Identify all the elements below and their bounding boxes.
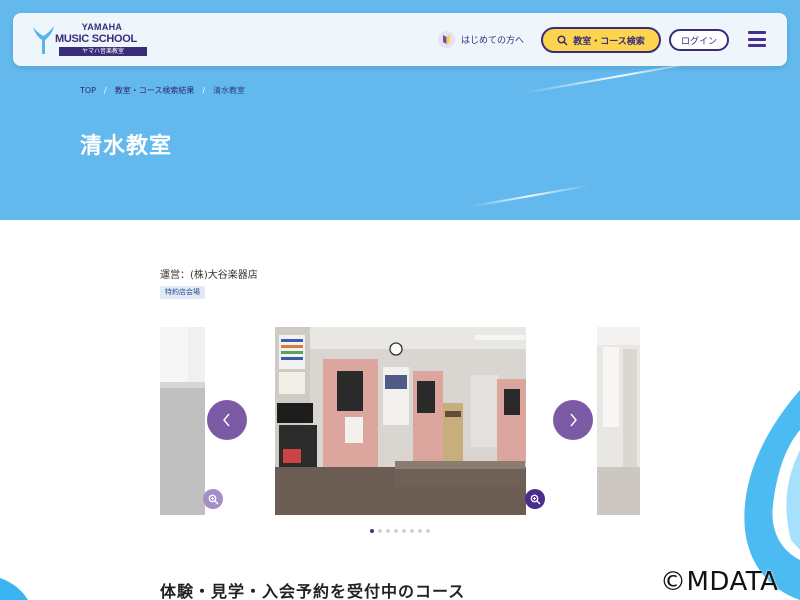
logo-text-music-school: MUSIC SCHOOL <box>55 33 137 45</box>
carousel-dot[interactable] <box>410 529 414 533</box>
carousel-slide-prev[interactable] <box>160 327 205 515</box>
breadcrumb-separator: / <box>202 86 206 95</box>
yamaha-logo-icon <box>33 26 54 54</box>
carousel-prev-button[interactable] <box>207 400 247 440</box>
course-search-button[interactable]: 教室・コース検索 <box>541 27 661 53</box>
carousel-dot[interactable] <box>426 529 430 533</box>
slide-photo <box>597 327 640 515</box>
course-search-label: 教室・コース検索 <box>573 36 645 47</box>
decorative-swoosh <box>0 578 28 600</box>
carousel-dot[interactable] <box>386 529 390 533</box>
watermark: ©MDATA <box>660 567 779 597</box>
site-logo[interactable]: YAMAHA MUSIC SCHOOL ヤマハ音楽教室 <box>31 22 147 58</box>
beginner-mark-icon <box>438 31 455 48</box>
chevron-left-icon <box>223 413 230 427</box>
zoom-in-icon[interactable] <box>203 489 223 509</box>
breadcrumb-separator: / <box>104 86 107 95</box>
carousel-slide-next[interactable] <box>597 327 640 515</box>
slide-photo <box>160 327 205 515</box>
section-title-available-courses: 体験・見学・入会予約を受付中のコース <box>160 582 466 600</box>
chevron-right-icon <box>570 413 577 427</box>
breadcrumb: TOP / 教室・コース検索結果 / 清水教室 <box>80 85 245 96</box>
carousel-dot[interactable] <box>402 529 406 533</box>
carousel-next-button[interactable] <box>553 400 593 440</box>
search-icon <box>557 34 568 46</box>
operator-text: 運営：(株)大谷楽器店 <box>160 270 258 281</box>
classroom-photo <box>275 327 526 515</box>
nav-first-time-link[interactable]: はじめての方へ <box>438 31 524 48</box>
logo-text-yamaha: YAMAHA <box>81 22 123 32</box>
nav-first-time-label: はじめての方へ <box>461 36 525 46</box>
carousel-dot[interactable] <box>418 529 422 533</box>
breadcrumb-item-top[interactable]: TOP <box>80 86 96 95</box>
page-title: 清水教室 <box>80 134 173 159</box>
breadcrumb-item-current: 清水教室 <box>213 86 246 95</box>
carousel-pagination <box>370 529 434 533</box>
dealer-venue-tag: 特約店会場 <box>160 286 205 299</box>
hero-decoration <box>470 184 590 208</box>
carousel-slide-active[interactable] <box>275 327 526 515</box>
site-header: YAMAHA MUSIC SCHOOL ヤマハ音楽教室 はじめての方へ 教室・コ… <box>13 13 787 66</box>
hamburger-menu-icon[interactable] <box>748 31 766 47</box>
carousel-dot[interactable] <box>370 529 374 533</box>
logo-subtitle: ヤマハ音楽教室 <box>59 47 147 56</box>
login-button[interactable]: ログイン <box>669 29 729 51</box>
zoom-in-icon[interactable] <box>525 489 545 509</box>
carousel-dot[interactable] <box>378 529 382 533</box>
carousel-dot[interactable] <box>394 529 398 533</box>
breadcrumb-item-search-results[interactable]: 教室・コース検索結果 <box>115 85 195 96</box>
